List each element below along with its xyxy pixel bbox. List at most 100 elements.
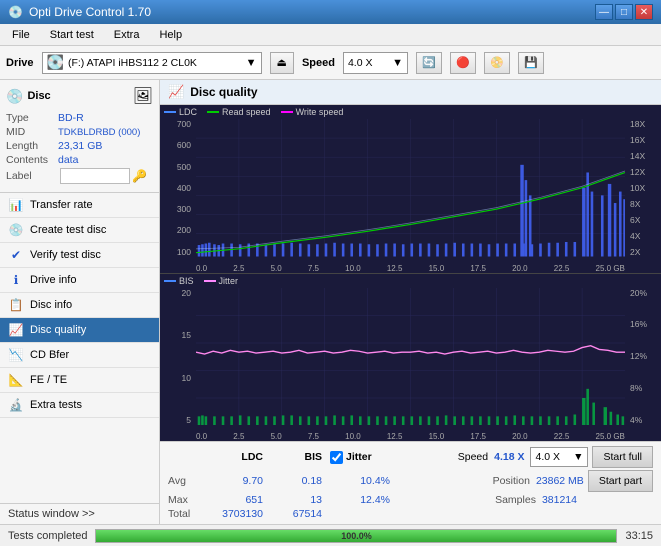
progress-text: 100.0% (341, 531, 372, 541)
avg-bis: 0.18 (267, 475, 322, 487)
y-label-200: 200 (177, 225, 191, 235)
disc-contents-value: data (58, 154, 78, 166)
sidebar-item-create-test-disc[interactable]: 💿 Create test disc (0, 218, 159, 243)
y-lower-label-10: 10 (182, 373, 191, 383)
settings-button1[interactable]: 🔴 (450, 52, 476, 74)
stats-avg-row: Avg 9.70 0.18 10.4% Position 23862 MB St… (168, 470, 653, 492)
max-label: Max (168, 494, 204, 506)
y-label-10x: 10X (630, 183, 645, 193)
close-button[interactable]: ✕ (635, 4, 653, 20)
menu-extra[interactable]: Extra (106, 27, 148, 43)
drive-info-icon: ℹ (8, 273, 24, 287)
total-bis: 67514 (267, 508, 322, 520)
y-label-2x: 2X (630, 247, 640, 257)
x-label-2_5: 2.5 (233, 264, 244, 273)
charts-container: LDC Read speed Write speed (160, 105, 661, 441)
sidebar-item-cd-bfer[interactable]: 📉 CD Bfer (0, 343, 159, 368)
upper-chart: LDC Read speed Write speed (160, 105, 661, 274)
samples-row: Samples 381214 (495, 494, 577, 506)
sidebar-item-transfer-rate[interactable]: 📊 Transfer rate (0, 193, 159, 218)
nav-section: 📊 Transfer rate 💿 Create test disc ✔ Ver… (0, 193, 159, 503)
y-label-8x: 8X (630, 199, 640, 209)
speed-stats-selector[interactable]: 4.0 X ▼ (530, 447, 588, 467)
transfer-rate-icon: 📊 (8, 198, 24, 212)
sidebar-item-disc-quality[interactable]: 📈 Disc quality (0, 318, 159, 343)
lower-x-12_5: 12.5 (387, 432, 403, 441)
disc-image-icon: 🖼 (133, 86, 153, 106)
x-label-12_5: 12.5 (387, 264, 403, 273)
cd-bfer-icon: 📉 (8, 348, 24, 362)
speed-selector[interactable]: 4.0 X ▼ (343, 52, 408, 74)
y-label-18x: 18X (630, 119, 645, 129)
upper-chart-legend: LDC Read speed Write speed (164, 107, 343, 117)
y-label-12x: 12X (630, 167, 645, 177)
refresh-button[interactable]: 🔄 (416, 52, 442, 74)
sidebar-item-extra-tests[interactable]: 🔬 Extra tests (0, 393, 159, 418)
sidebar: 💿 Disc 🖼 Type BD-R MID TDKBLDRBD (000) L… (0, 80, 160, 524)
status-window-section: Status window >> (0, 503, 159, 524)
menu-help[interactable]: Help (151, 27, 190, 43)
lower-x-axis: 0.0 2.5 5.0 7.5 10.0 12.5 15.0 17.5 20.0… (196, 432, 625, 441)
samples-value: 381214 (542, 494, 577, 506)
menu-file[interactable]: File (4, 27, 38, 43)
sidebar-item-label-cd-bfer: CD Bfer (30, 349, 69, 361)
stats-max-row: Max 651 13 12.4% Samples 381214 (168, 494, 653, 506)
y-label-700: 700 (177, 119, 191, 129)
ldc-col-header: LDC (208, 451, 263, 463)
menu-bar: File Start test Extra Help (0, 24, 661, 46)
y-label-100: 100 (177, 247, 191, 257)
y-lower-label-5: 5 (186, 415, 191, 425)
eject-button[interactable]: ⏏ (270, 52, 294, 74)
minimize-button[interactable]: — (595, 4, 613, 20)
lower-chart-legend: BIS Jitter (164, 276, 238, 286)
speed-info-group: Speed 4.18 X 4.0 X ▼ (458, 447, 589, 467)
sidebar-item-fe-te[interactable]: 📐 FE / TE (0, 368, 159, 393)
stats-panel: LDC BIS Jitter Speed 4.18 X 4.0 X ▼ Star… (160, 441, 661, 524)
speed-col-label: Speed (458, 451, 488, 463)
lower-x-22_5: 22.5 (554, 432, 570, 441)
status-text: Tests completed (8, 530, 87, 542)
maximize-button[interactable]: □ (615, 4, 633, 20)
drive-selector[interactable]: 💽 (F:) ATAPI iHBS112 2 CL0K ▼ (42, 52, 262, 74)
progress-bar-container: 100.0% (95, 529, 617, 543)
read-legend-label: Read speed (222, 107, 271, 117)
jitter-col-header: Jitter (346, 451, 372, 463)
speed-stats-dropdown-icon: ▼ (573, 451, 583, 463)
disc-label-edit-button[interactable]: 🔑 (132, 169, 147, 183)
start-part-button[interactable]: Start part (588, 470, 653, 492)
lower-x-0: 0.0 (196, 432, 207, 441)
status-window-button[interactable]: Status window >> (8, 508, 151, 520)
total-label: Total (168, 508, 204, 520)
upper-y-axis-left: 700 600 500 400 300 200 100 (160, 119, 194, 257)
y-lower-label-20pct: 20% (630, 288, 647, 298)
speed-stats-value: 4.0 X (535, 451, 560, 463)
bis-legend-label: BIS (179, 276, 194, 286)
menu-start-test[interactable]: Start test (42, 27, 102, 43)
write-legend-label: Write speed (296, 107, 344, 117)
write-legend-dot (281, 111, 293, 113)
disc-mid-label: MID (6, 126, 58, 138)
y-label-6x: 6X (630, 215, 640, 225)
jitter-checkbox[interactable] (330, 451, 343, 464)
lower-y-axis-left: 20 15 10 5 (160, 288, 194, 426)
total-ldc: 3703130 (208, 508, 263, 520)
avg-jitter: 10.4% (330, 475, 390, 487)
sidebar-item-drive-info[interactable]: ℹ Drive info (0, 268, 159, 293)
start-full-button[interactable]: Start full (592, 446, 653, 468)
drive-value: (F:) ATAPI iHBS112 2 CL0K (68, 57, 246, 69)
sidebar-item-label-drive-info: Drive info (30, 274, 76, 286)
sidebar-item-label-disc-info: Disc info (30, 299, 72, 311)
disc-label-input[interactable] (60, 168, 130, 184)
y-label-16x: 16X (630, 135, 645, 145)
settings-button2[interactable]: 📀 (484, 52, 510, 74)
save-button[interactable]: 💾 (518, 52, 544, 74)
bis-legend-dot (164, 280, 176, 282)
x-label-7_5: 7.5 (308, 264, 319, 273)
sidebar-item-verify-test-disc[interactable]: ✔ Verify test disc (0, 243, 159, 268)
y-lower-label-4pct: 4% (630, 415, 642, 425)
x-label-17_5: 17.5 (470, 264, 486, 273)
bis-col-header: BIS (267, 451, 322, 463)
y-label-600: 600 (177, 140, 191, 150)
sidebar-item-disc-info[interactable]: 📋 Disc info (0, 293, 159, 318)
position-label: Position (493, 475, 530, 487)
